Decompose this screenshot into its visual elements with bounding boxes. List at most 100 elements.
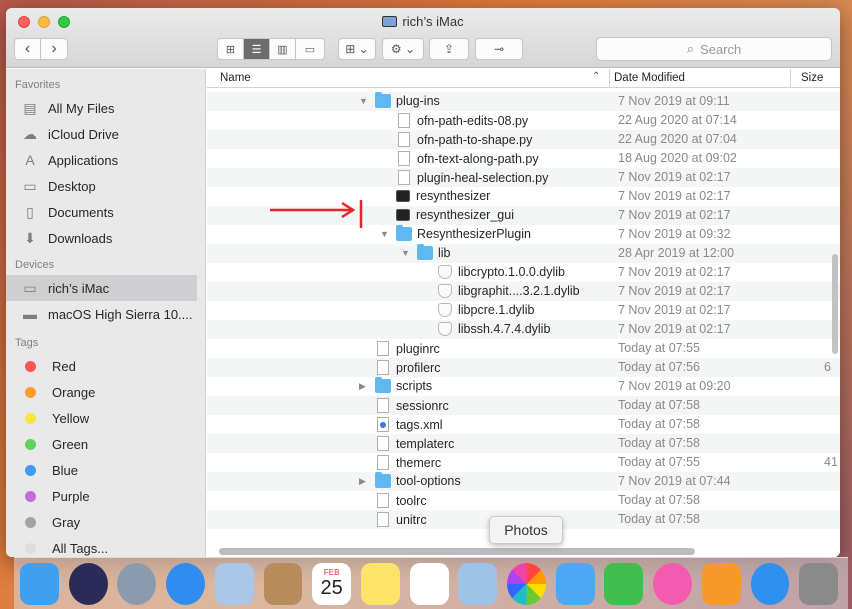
calendar-dock-icon[interactable]: FEB 25 [312,562,352,605]
forward-button[interactable]: › [41,39,67,59]
search-field[interactable]: ⌕ Search [596,37,832,61]
file-name: ofn-path-to-shape.py [417,132,533,147]
action-button[interactable]: ⚙ ⌄ [382,38,424,60]
file-row[interactable]: libgraphit....3.2.1.dylib 7 Nov 2019 at 0… [207,282,840,301]
sidebar-item-label: Blue [52,462,79,478]
coverflow-view-button[interactable]: ▭ [296,39,324,59]
file-row[interactable]: ofn-path-to-shape.py 22 Aug 2020 at 07:04 [207,130,840,149]
contacts-dock-icon[interactable] [263,562,303,605]
column-view-button[interactable]: ▥ [270,39,296,59]
file-name: resynthesizer [416,189,491,203]
notes-dock-icon[interactable] [360,562,400,605]
reminders-dock-icon[interactable] [409,562,449,605]
siri-dock-icon[interactable] [68,562,108,605]
photos-dock-icon[interactable] [507,562,546,605]
file-date: Today at 07:58 [618,417,701,431]
file-date: 22 Aug 2020 at 07:04 [618,132,737,146]
file-row[interactable]: libpcre.1.dylib 7 Nov 2019 at 02:17 [207,301,840,320]
file-list: Name ⌃ Date Modified Size ▼ plug-ins 7 Nov… [207,69,840,557]
disclosure-closed-icon[interactable]: ▶ [359,476,366,487]
file-row[interactable]: themerc Today at 07:55 41 [207,453,840,472]
system-preferences-dock-icon[interactable] [799,562,839,605]
document-icon [377,360,389,375]
back-button[interactable]: ‹ [15,39,41,59]
file-name: libcrypto.1.0.0.dylib [458,265,566,279]
sidebar-item[interactable]: Red [6,353,205,379]
disclosure-closed-icon[interactable]: ▶ [359,381,366,392]
sidebar-item[interactable]: Gray [6,509,205,535]
gear-icon: ⚙ ⌄ [390,42,416,56]
disclosure-open-icon[interactable]: ▼ [359,96,368,106]
date-column-header[interactable]: Date Modified [614,72,685,84]
horizontal-scrollbar[interactable] [219,548,695,555]
sidebar-item[interactable]: ⬇ Downloads [6,225,205,251]
favorites-header: Favorites [15,79,61,91]
file-name-cell: libpcre.1.dylib [438,303,534,317]
document-icon [377,398,389,413]
file-row[interactable]: ▼ lib 28 Apr 2019 at 12:00 [207,244,840,263]
messages-dock-icon[interactable] [555,562,595,605]
launchpad-dock-icon[interactable] [117,562,157,605]
file-row[interactable]: libcrypto.1.0.0.dylib 7 Nov 2019 at 02:17 [207,263,840,282]
file-row[interactable]: ofn-text-along-path.py 18 Aug 2020 at 09:… [207,149,840,168]
sort-ascending-icon: ⌃ [592,71,601,82]
file-name-cell: libgraphit....3.2.1.dylib [438,284,580,298]
sidebar-item-label: Desktop [48,178,96,194]
cloud-icon: ☁ [23,125,37,142]
facetime-dock-icon[interactable] [604,562,644,605]
file-row[interactable]: templaterc Today at 07:58 [207,434,840,453]
sidebar-item[interactable]: ▭ rich’s iMac [6,275,197,301]
file-row[interactable]: plugin-heal-selection.py 7 Nov 2019 at 02… [207,168,840,187]
sidebar-item[interactable]: A Applications [6,147,205,173]
sidebar-item-label: Red [52,358,76,374]
disclosure-open-icon[interactable]: ▼ [380,229,389,239]
document-icon [377,493,389,508]
sidebar-item[interactable]: Yellow [6,405,205,431]
file-name: resynthesizer_gui [416,208,514,222]
sidebar-item[interactable]: ▯ Documents [6,199,205,225]
document-icon [377,455,389,470]
file-row[interactable]: tags.xml Today at 07:58 [207,415,840,434]
sidebar-item[interactable]: All Tags... [6,535,205,557]
file-name-cell: ResynthesizerPlugin [396,225,531,241]
sidebar-item[interactable]: ☁ iCloud Drive [6,121,205,147]
sidebar-item-label: Purple [52,488,90,504]
sidebar-item[interactable]: ▤ All My Files [6,95,205,121]
file-row[interactable]: ▶ scripts 7 Nov 2019 at 09:20 [207,377,840,396]
file-row[interactable]: ▼ plug-ins 7 Nov 2019 at 09:11 [207,92,840,111]
file-row[interactable]: pluginrc Today at 07:55 [207,339,840,358]
file-name: unitrc [396,512,427,527]
icon-view-button[interactable]: ⊞ [218,39,244,59]
list-view-button[interactable]: ☰ [244,39,270,59]
sidebar-item[interactable]: Green [6,431,205,457]
arrange-button[interactable]: ⊞ ⌄ [338,38,376,60]
window-title: rich’s iMac [6,14,840,29]
sidebar-item[interactable]: Blue [6,457,205,483]
mail-dock-icon[interactable] [214,562,254,605]
file-row[interactable]: ofn-path-edits-08.py 22 Aug 2020 at 07:14 [207,111,840,130]
file-row[interactable]: toolrc Today at 07:58 [207,491,840,510]
sidebar-item[interactable]: Orange [6,379,205,405]
safari-dock-icon[interactable] [166,562,206,605]
file-size: 6 [824,360,831,374]
finder-dock-icon[interactable] [20,562,59,605]
file-row[interactable]: profilerc Today at 07:56 6 [207,358,840,377]
sidebar-item-label: All My Files [48,100,115,116]
share-button[interactable]: ⇪ [429,38,469,60]
itunes-dock-icon[interactable] [653,562,693,605]
disclosure-open-icon[interactable]: ▼ [401,248,410,258]
ibooks-dock-icon[interactable] [701,562,741,605]
file-row[interactable]: libssh.4.7.4.dylib 7 Nov 2019 at 02:17 [207,320,840,339]
sidebar-item[interactable]: Purple [6,483,205,509]
name-column-header[interactable]: Name [220,72,251,84]
file-row[interactable]: sessionrc Today at 07:58 [207,396,840,415]
sidebar-item[interactable]: ▭ Desktop [6,173,205,199]
edit-tags-button[interactable]: ⊸ [475,38,523,60]
file-row[interactable]: ▶ tool-options 7 Nov 2019 at 07:44 [207,472,840,491]
vertical-scrollbar[interactable] [832,254,838,354]
devices-header: Devices [15,259,55,271]
sidebar-item[interactable]: ▬ macOS High Sierra 10.... [6,301,205,327]
app-store-dock-icon[interactable] [750,562,790,605]
preview-dock-icon[interactable] [458,562,498,605]
size-column-header[interactable]: Size [801,72,823,84]
